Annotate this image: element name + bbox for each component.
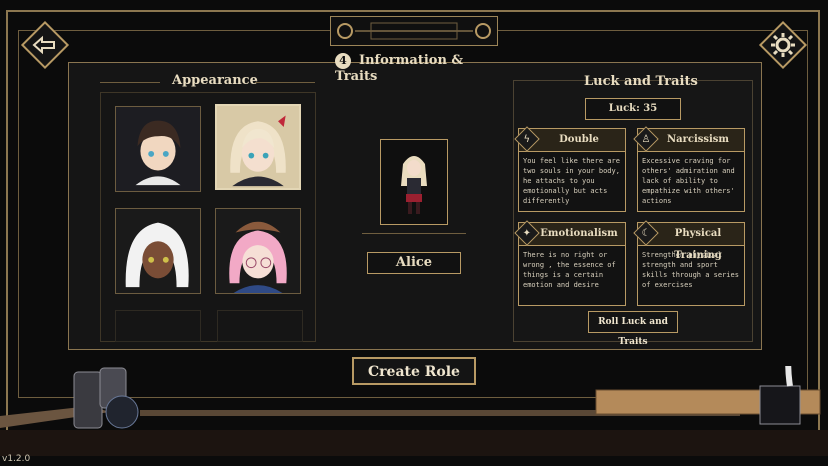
portrait-blonde-girl[interactable] (215, 104, 301, 190)
empty-portrait-slot (217, 310, 303, 342)
character-sprite-icon (401, 156, 427, 214)
back-button[interactable] (20, 20, 70, 70)
desk-decoration-icon (0, 366, 828, 456)
top-ornament (330, 16, 498, 46)
divider (100, 82, 160, 83)
settings-button[interactable] (758, 20, 808, 70)
portrait-dark-haired-boy[interactable] (115, 106, 201, 192)
character-portrait-icon (116, 209, 200, 293)
traits-title: Luck and Traits (584, 74, 698, 89)
trait-description: You feel like there are two souls in you… (523, 157, 620, 205)
luck-value: Luck: 35 (585, 98, 681, 120)
character-portrait-icon (216, 209, 300, 293)
character-portrait-icon (116, 107, 200, 191)
portrait-pink-haired[interactable] (215, 208, 301, 294)
trait-description: There is no right or wrong , the essence… (523, 251, 616, 289)
trait-description: Excessive craving for others' admiration… (642, 157, 735, 205)
ornament-icon (337, 22, 491, 40)
divider (255, 82, 315, 83)
character-name[interactable]: Alice (367, 252, 461, 274)
trait-description: Strengthen physical strength and sport s… (642, 251, 739, 289)
character-preview (380, 139, 448, 225)
gear-icon (771, 33, 795, 57)
appearance-title: Appearance (172, 73, 258, 88)
divider (362, 233, 466, 234)
roll-luck-traits-button[interactable]: Roll Luck and Traits (588, 311, 678, 347)
back-arrow-icon (32, 35, 55, 55)
empty-portrait-slot (115, 310, 201, 342)
step-badge: 4 (335, 53, 351, 69)
character-portrait-icon (217, 106, 299, 188)
page-title: 4 Information & Traits (335, 53, 495, 84)
version-label: v1.2.0 (2, 454, 31, 464)
portrait-white-haired[interactable] (115, 208, 201, 294)
